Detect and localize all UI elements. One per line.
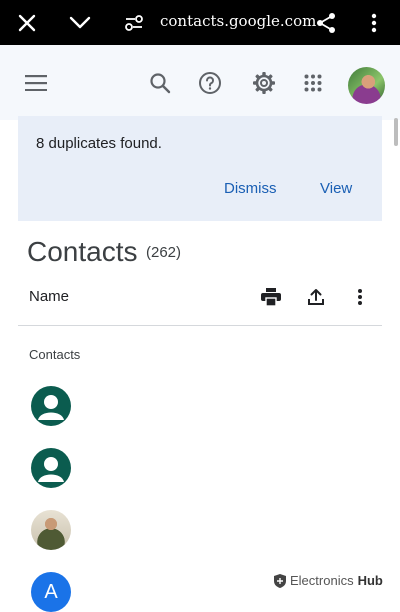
watermark: Electronics Hub (274, 573, 383, 588)
app-header (0, 45, 400, 120)
dismiss-button[interactable]: Dismiss (224, 180, 277, 197)
duplicates-message: 8 duplicates found. (36, 135, 162, 152)
print-icon[interactable] (260, 282, 282, 312)
section-label: Contacts (29, 347, 81, 362)
watermark-text-bold: Hub (357, 573, 383, 588)
search-icon[interactable] (148, 45, 172, 120)
contact-photo[interactable] (31, 510, 71, 550)
person-icon (38, 457, 64, 482)
shield-logo-icon (274, 573, 286, 588)
browser-toolbar: contacts.google.com (0, 0, 400, 45)
tune-icon[interactable] (122, 0, 146, 45)
contact-avatar[interactable] (31, 448, 71, 488)
apps-icon[interactable] (302, 45, 324, 120)
help-icon[interactable] (198, 45, 222, 120)
watermark-text: Electronics (290, 573, 354, 588)
contact-letter-avatar[interactable]: A (31, 572, 71, 612)
share-icon[interactable] (314, 0, 338, 45)
settings-icon[interactable] (252, 45, 276, 120)
url-text[interactable]: contacts.google.com (160, 12, 316, 30)
contact-avatar[interactable] (31, 386, 71, 426)
chevron-down-icon[interactable] (66, 0, 94, 45)
more-vert-icon[interactable] (352, 282, 368, 312)
more-vert-icon[interactable] (364, 0, 384, 45)
close-icon[interactable] (14, 0, 40, 45)
name-column-header[interactable]: Name (29, 288, 69, 305)
divider (18, 325, 382, 326)
menu-icon[interactable] (24, 45, 48, 120)
avatar-letter: A (44, 580, 58, 603)
person-icon (38, 395, 64, 420)
view-button[interactable]: View (320, 180, 352, 197)
contact-count: (262) (146, 244, 182, 261)
scrollbar[interactable] (394, 118, 398, 146)
duplicates-banner: 8 duplicates found. Dismiss View (18, 116, 382, 221)
export-icon[interactable] (305, 282, 327, 312)
page-title: Contacts (27, 236, 138, 267)
account-avatar[interactable] (348, 67, 385, 104)
